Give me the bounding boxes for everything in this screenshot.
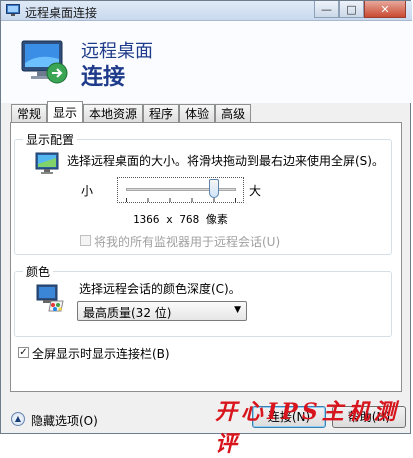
chevron-down-icon: ▼ bbox=[234, 305, 241, 315]
minimize-button[interactable]: — bbox=[314, 1, 339, 18]
app-icon bbox=[6, 4, 20, 16]
color-depth-icon bbox=[36, 284, 64, 312]
tab-general[interactable]: 常规 bbox=[11, 104, 48, 122]
all-monitors-label: 将我的所有监视器用于远程会话(U) bbox=[94, 235, 281, 249]
slider-ticks bbox=[126, 198, 236, 202]
tab-programs[interactable]: 程序 bbox=[143, 104, 180, 122]
slider-small-label: 小 bbox=[81, 184, 94, 198]
maximize-button[interactable]: □ bbox=[339, 1, 364, 18]
display-size-description: 选择远程桌面的大小。将滑块拖动到最右边来使用全屏(S)。 bbox=[67, 154, 384, 168]
display-size-slider[interactable] bbox=[117, 177, 244, 203]
header-title-line2: 连接 bbox=[81, 65, 126, 90]
color-depth-select[interactable]: 最高质量(32 位) ▼ bbox=[77, 301, 247, 321]
hide-options-label[interactable]: 隐藏选项(O) bbox=[31, 412, 98, 429]
window-title: 远程桌面连接 bbox=[25, 6, 98, 20]
color-depth-value: 最高质量(32 位) bbox=[83, 306, 172, 320]
color-depth-description: 选择远程会话的颜色深度(C)。 bbox=[79, 282, 241, 296]
all-monitors-checkbox[interactable] bbox=[80, 235, 91, 246]
remote-desktop-logo-icon bbox=[21, 40, 68, 84]
tab-experience[interactable]: 体验 bbox=[179, 104, 216, 122]
resolution-text: 1366 x 768 像素 bbox=[133, 213, 228, 226]
title-bar[interactable]: 远程桌面连接 — □ ✕ bbox=[1, 1, 412, 21]
slider-thumb[interactable] bbox=[209, 179, 219, 198]
tab-display[interactable]: 显示 bbox=[47, 101, 84, 122]
hide-options-icon[interactable]: ▲ bbox=[11, 412, 25, 426]
slider-track[interactable] bbox=[126, 188, 236, 191]
close-button[interactable]: ✕ bbox=[364, 1, 406, 18]
window-controls: — □ ✕ bbox=[314, 1, 406, 20]
tab-advanced[interactable]: 高级 bbox=[215, 104, 252, 122]
watermark-text: 开心IPS主机测评 bbox=[215, 399, 400, 457]
header-banner: 远程桌面 连接 bbox=[1, 21, 412, 103]
tab-local-resources[interactable]: 本地资源 bbox=[83, 104, 144, 122]
fullscreen-bar-label: 全屏显示时显示连接栏(B) bbox=[32, 347, 170, 361]
fullscreen-bar-checkbox[interactable]: ✓ bbox=[18, 347, 29, 358]
monitor-size-icon bbox=[35, 152, 59, 174]
tab-strip: 常规 显示 本地资源 程序 体验 高级 bbox=[11, 101, 252, 123]
colors-title: 颜色 bbox=[23, 263, 54, 280]
remote-desktop-window: 远程桌面连接 — □ ✕ 远程桌面 连接 常规 显示 本地资源 程序 体验 高级… bbox=[0, 0, 412, 457]
slider-large-label: 大 bbox=[249, 184, 262, 198]
display-config-title: 显示配置 bbox=[23, 131, 78, 148]
